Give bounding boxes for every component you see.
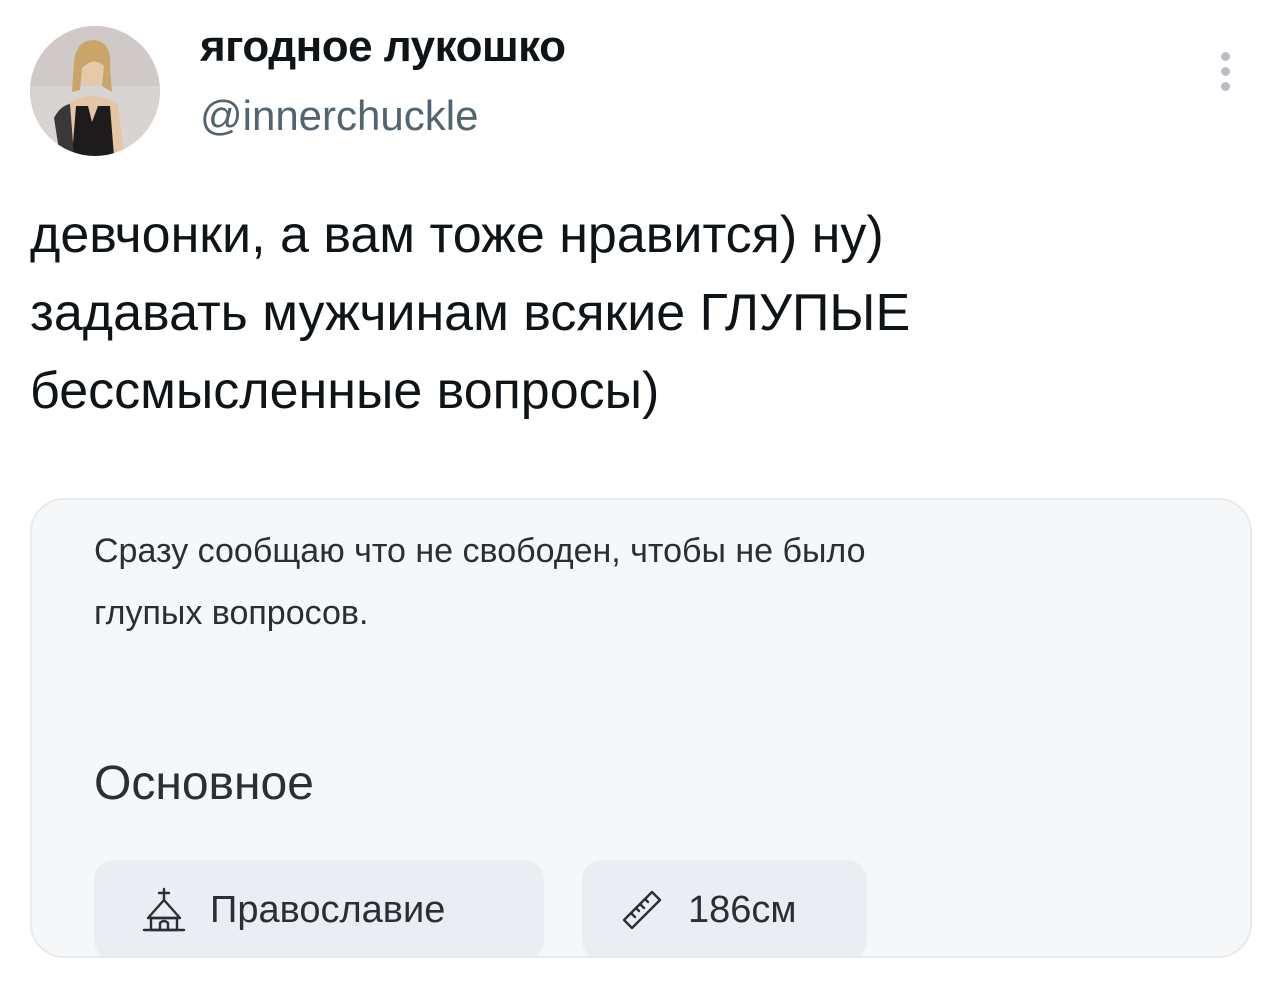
display-name[interactable]: ягодное лукошко [200,22,566,72]
profile-description-line: Сразу сообщаю что не свободен, чтобы не … [94,532,866,570]
user-handle[interactable]: @innerchuckle [200,92,478,140]
height-chip: 186см [582,860,867,956]
avatar[interactable] [30,26,160,156]
church-icon [142,887,186,932]
tweet-text-line: бессмысленные вопросы) [30,362,660,420]
height-label: 186см [688,888,797,931]
section-title: Основное [94,757,314,810]
tweet-text-line: задавать мужчинам всякие ГЛУПЫЕ [30,284,911,342]
religion-label: Православие [210,888,446,931]
profile-description-line: глупых вопросов. [94,594,369,632]
profile-description: Сразу сообщаю что не свободен, чтобы не … [94,520,1194,644]
religion-chip: Православие [94,860,544,956]
avatar-photo [30,26,160,156]
attached-profile-screenshot[interactable]: Сразу сообщаю что не свободен, чтобы не … [30,498,1252,958]
tweet-text-line: девчонки, а вам тоже нравится) ну) [30,206,884,264]
tweet-text: девчонки, а вам тоже нравится) ну) задав… [30,196,1230,430]
more-options-icon[interactable] [1210,52,1240,98]
ruler-icon [622,890,662,930]
